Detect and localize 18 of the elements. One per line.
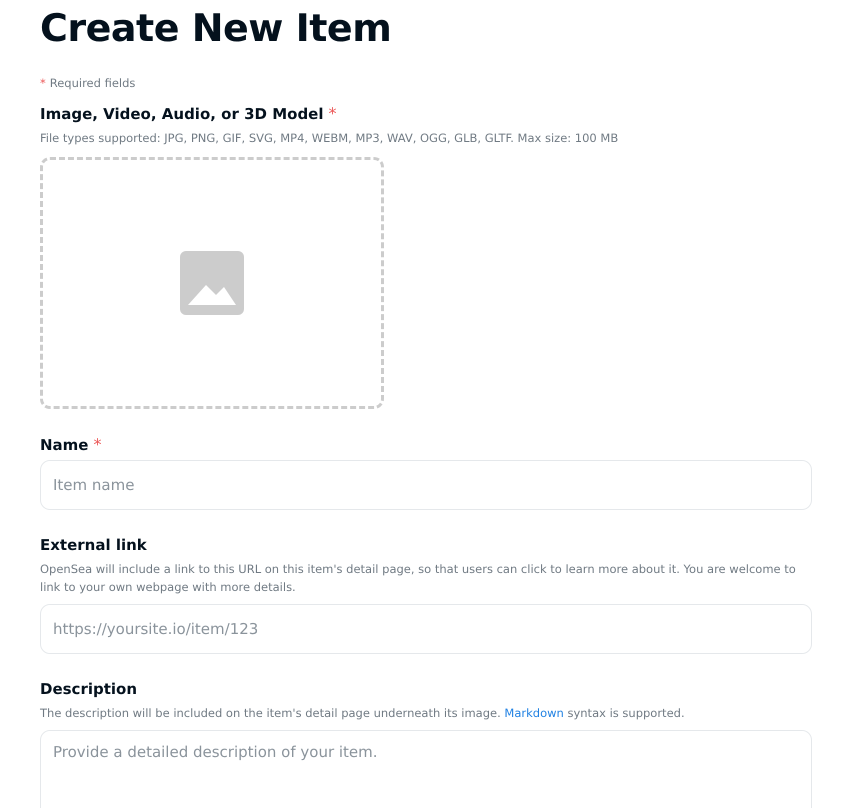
required-asterisk: * xyxy=(328,104,336,123)
field-label: Image, Video, Audio, or 3D Model xyxy=(40,105,324,123)
field-label: Description xyxy=(40,680,138,698)
field-label: External link xyxy=(40,536,147,554)
field-label: Name xyxy=(40,436,88,454)
required-asterisk: * xyxy=(40,76,46,90)
text-input[interactable]: https://yoursite.io/item/123 xyxy=(40,604,812,654)
image-icon xyxy=(180,251,244,315)
help-text: OpenSea will include a link to this URL on this item's detail page, so that users can click to learn more about it. You are welcome to link to your own webpage with more details. xyxy=(40,561,797,596)
help-text: File types supported: JPG, PNG, GIF, SVG, MP4, WEBM, MP3, WAV, OGG, GLB, GLTF. Max size: 100 MB xyxy=(40,130,620,147)
markdown-link[interactable]: Markdown xyxy=(504,706,564,720)
upload-dropzone[interactable] xyxy=(40,157,384,409)
text-input[interactable]: Item name xyxy=(40,460,812,510)
page-title: Create New Item xyxy=(40,5,392,52)
required-note: Required fields xyxy=(50,76,136,90)
help-text: The description will be included on the item's detail page underneath its image. Markdown syntax is supported. xyxy=(40,705,686,722)
required-asterisk: * xyxy=(93,435,102,454)
description-textarea[interactable]: Provide a detailed description of your item. xyxy=(40,730,812,808)
